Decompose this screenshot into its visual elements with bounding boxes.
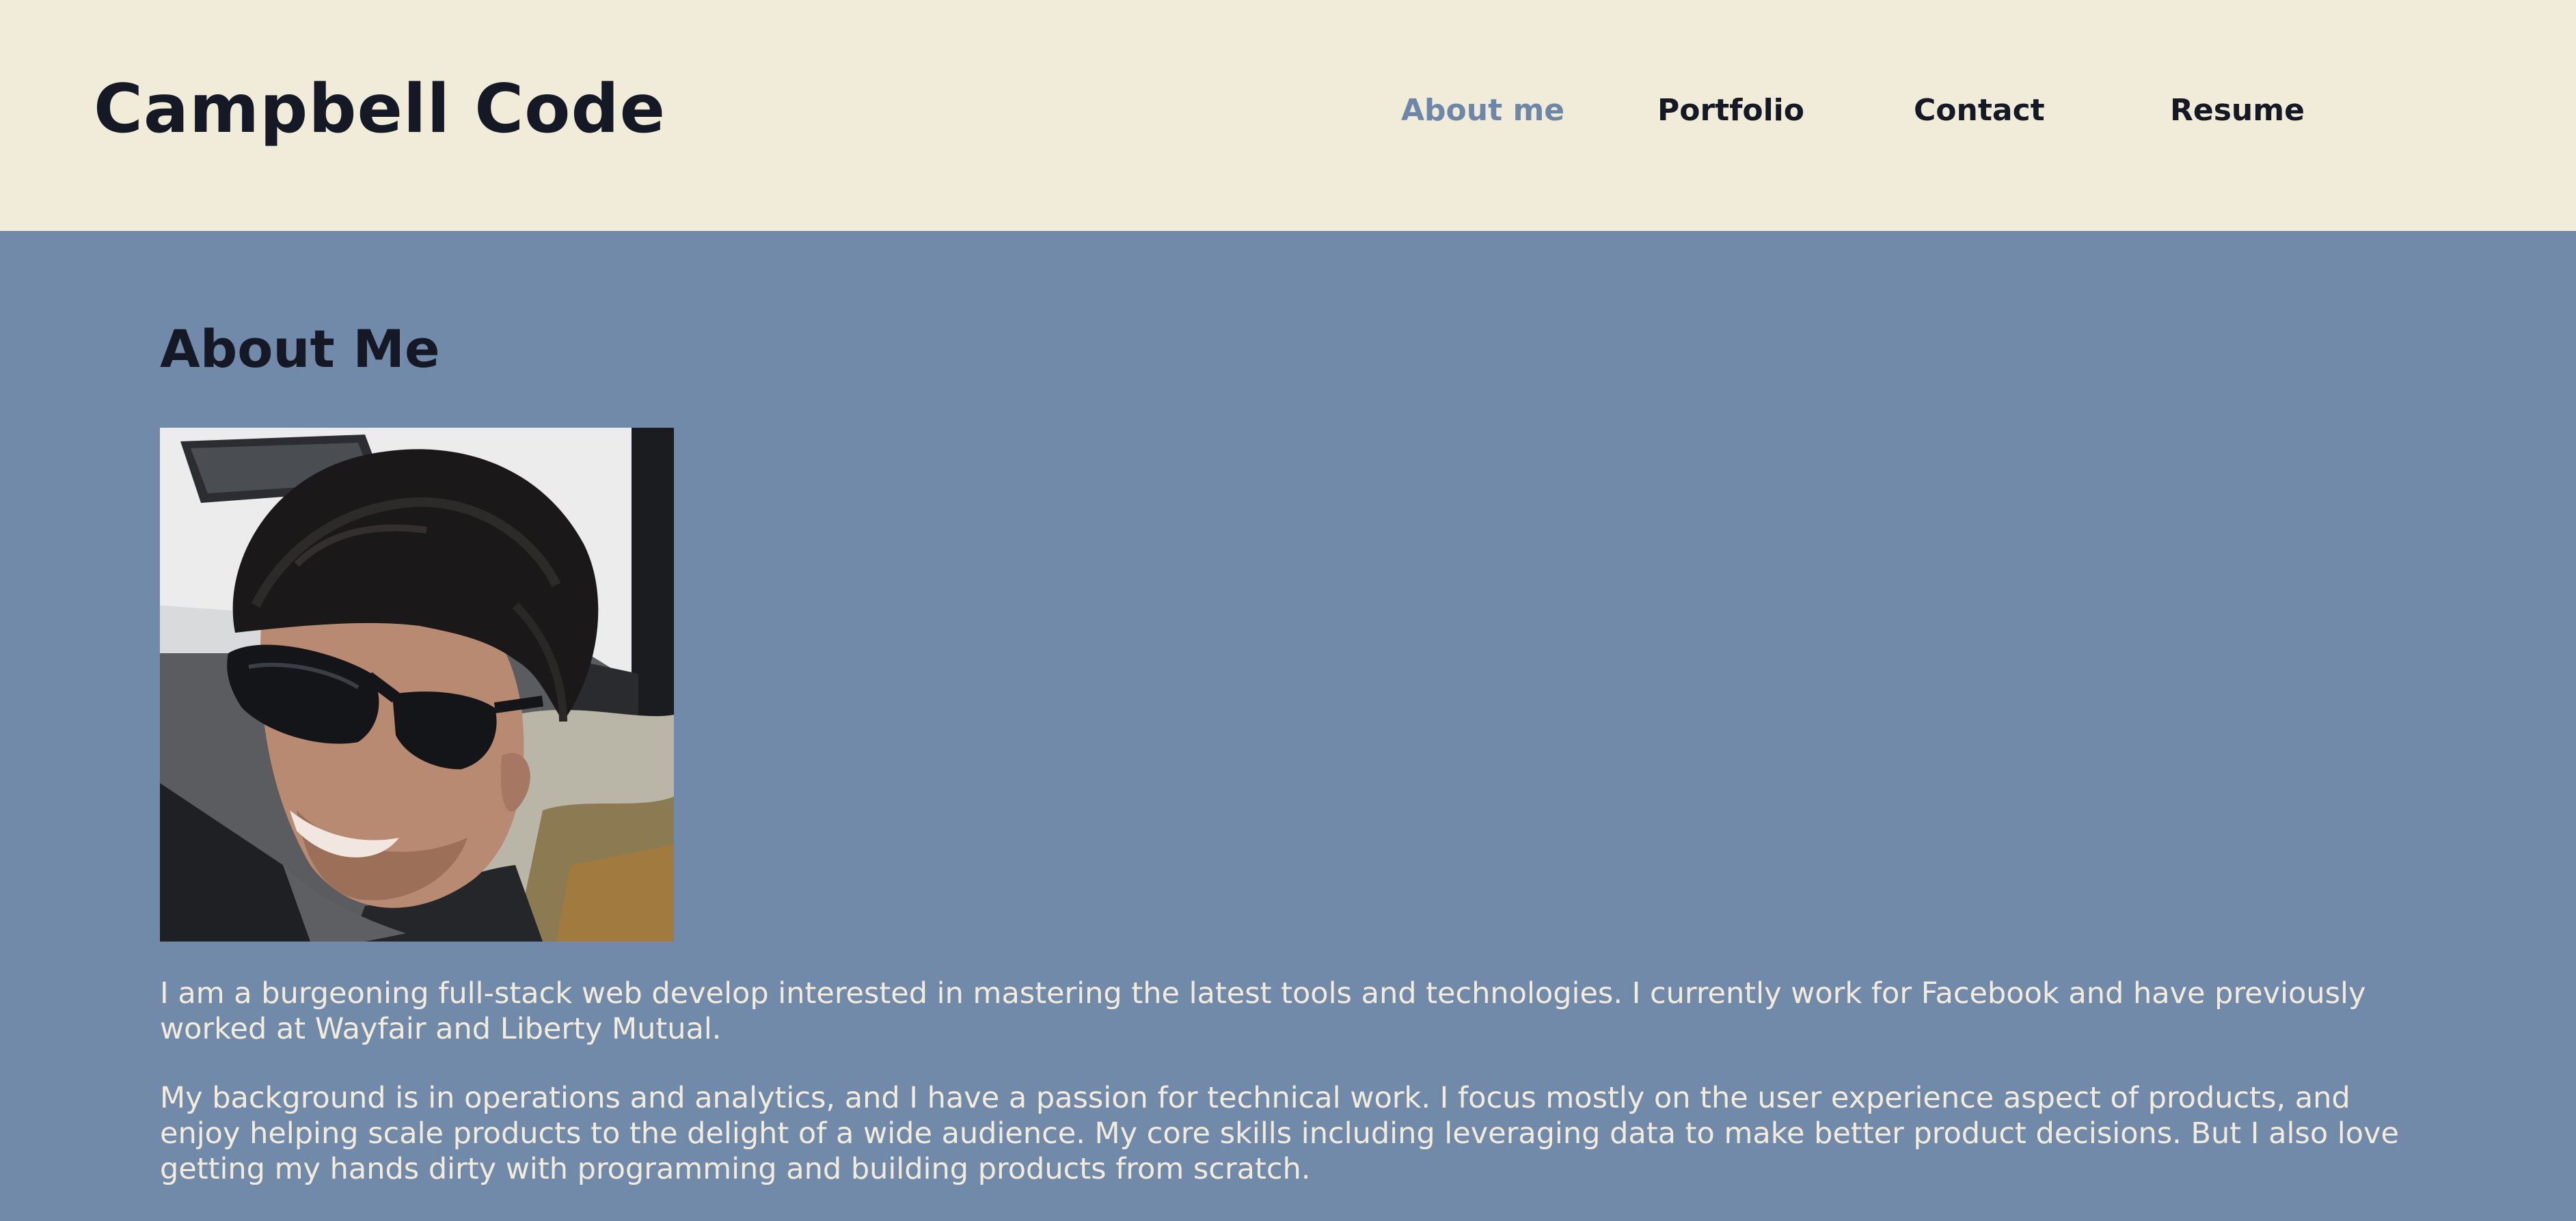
nav-contact[interactable]: Contact xyxy=(1914,89,2045,133)
about-section: About Me I am a burgeoning full-stack we… xyxy=(0,231,2576,1221)
bio-paragraph-2: My background is in operations and analy… xyxy=(160,1081,2399,1186)
section-title: About Me xyxy=(160,318,440,379)
profile-photo xyxy=(160,428,674,942)
bio-paragraph-1: I am a burgeoning full-stack web develop… xyxy=(160,976,2366,1046)
site-brand[interactable]: Campbell Code xyxy=(94,65,666,154)
nav-resume[interactable]: Resume xyxy=(2170,89,2305,133)
site-header: Campbell Code About me Portfolio Contact… xyxy=(0,0,2576,231)
nav-portfolio[interactable]: Portfolio xyxy=(1657,89,1804,133)
nav-about-me[interactable]: About me xyxy=(1401,89,1564,133)
